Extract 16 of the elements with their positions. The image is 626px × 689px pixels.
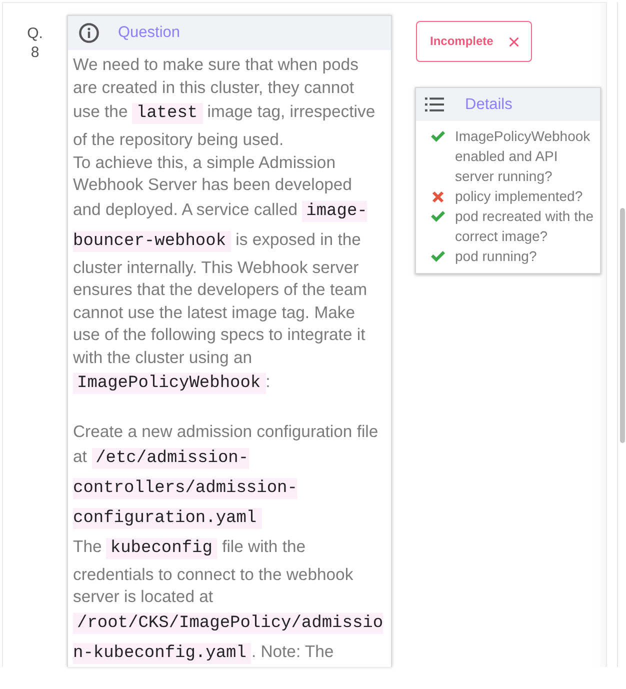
card-title: Details <box>465 96 512 114</box>
check-label: ImagePolicyWebhook enabled and API server running? <box>455 127 592 186</box>
check-label: pod running? <box>455 247 537 266</box>
list-icon <box>425 97 444 112</box>
info-icon <box>79 23 99 43</box>
question-number: 8 <box>30 43 40 62</box>
card-title: Question <box>118 24 180 42</box>
question-text: To achieve this, a simple Admission Webhook Server has been developed and deployed. A service called image-bouncer-webhook is exposed in the cluster internally. This Webhook server ensures that the developers of the team cannot use the latest image tag. Make use of the following specs to integrate it with the cluster using an ImagePolicyWebhook : <box>73 152 368 396</box>
question-text: We need to make sure that when pods are created in this cluster, they cannot use the latest image tag, irrespective of the repository being used. <box>73 54 376 151</box>
question-text: The kubeconfig file with the credentials to connect to the webhook server is located at /root/CKS/ImagePolicy/admission-kubeconfig.yaml . Note: The <box>73 536 384 666</box>
check-label: policy implemented? <box>455 187 583 206</box>
status-label: Incomplete <box>430 34 494 49</box>
close-icon[interactable] <box>509 36 520 46</box>
question-label: Q. <box>27 24 43 43</box>
scrollbar-thumb[interactable] <box>620 208 625 443</box>
check-label: pod recreated with the correct image? <box>455 207 595 246</box>
